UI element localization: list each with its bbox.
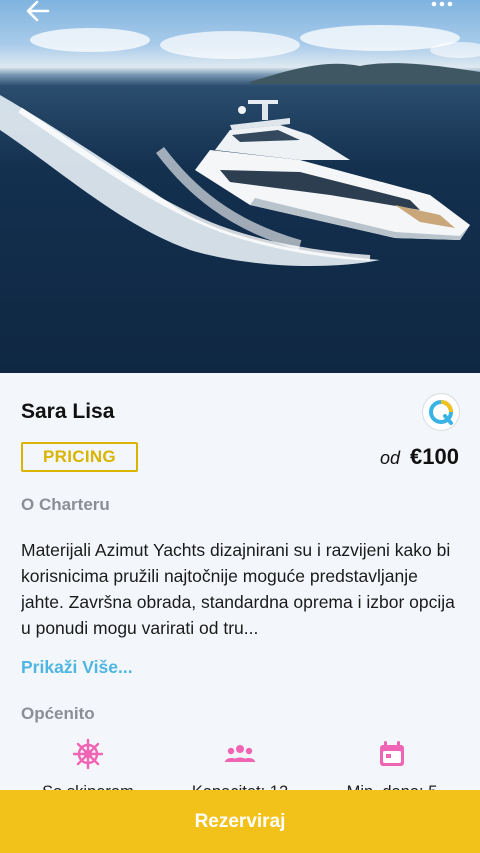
q-logo-icon	[429, 400, 453, 425]
listing-details: Sara Lisa PRICING od €100 O Charteru Mat…	[0, 373, 480, 853]
more-options-button[interactable]	[430, 0, 462, 26]
book-button[interactable]: Rezerviraj	[0, 790, 480, 853]
price-value: €100	[410, 444, 459, 469]
partner-logo[interactable]	[422, 393, 460, 431]
calendar-icon	[380, 741, 404, 766]
price-prefix: od	[380, 448, 401, 468]
charter-description: Materijali Azimut Yachts dizajnirani su …	[21, 540, 455, 638]
about-section-label: O Charteru	[21, 495, 110, 514]
yacht-photo	[0, 25, 480, 266]
yacht-hero-image	[0, 0, 480, 373]
ship-wheel-icon	[72, 738, 104, 770]
show-more-link[interactable]: Prikaži Više...	[21, 657, 133, 678]
arrow-left-icon	[26, 0, 50, 22]
pricing-badge[interactable]: PRICING	[21, 442, 138, 472]
yacht-name: Sara Lisa	[21, 400, 115, 423]
general-section-label: Općenito	[21, 704, 95, 723]
price: od €100	[380, 444, 459, 470]
more-horizontal-icon	[431, 1, 453, 7]
back-button[interactable]	[26, 0, 60, 26]
people-icon	[225, 745, 255, 762]
